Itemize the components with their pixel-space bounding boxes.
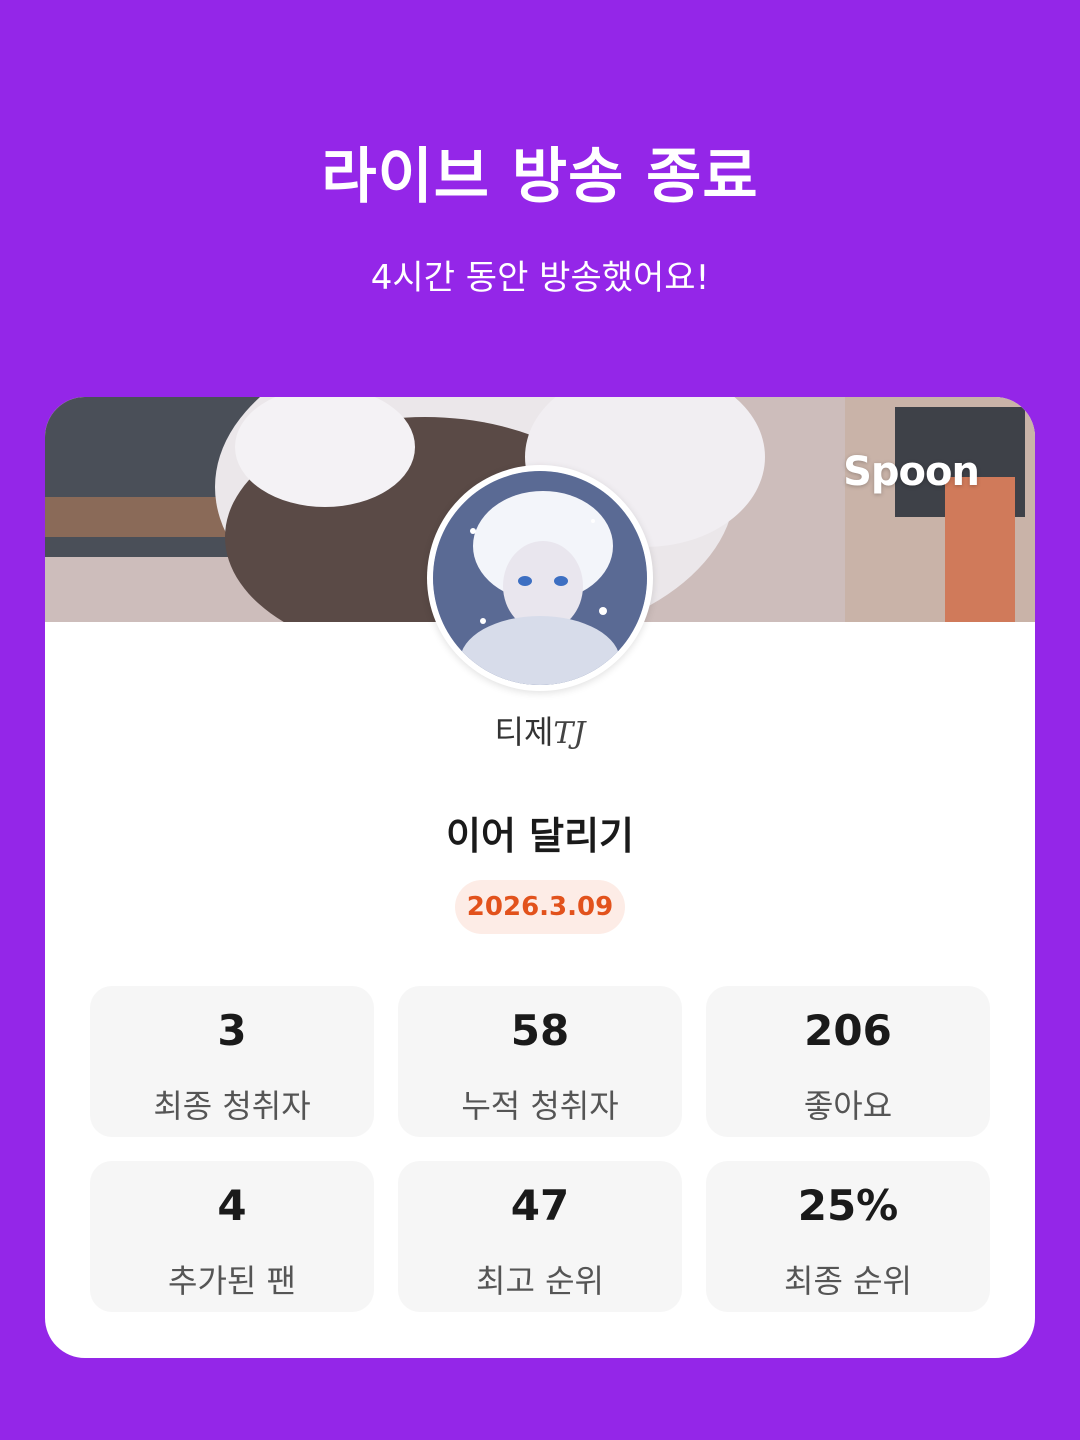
- stat-value: 47: [510, 1181, 570, 1230]
- live-end-screen: 라이브 방송 종료 4시간 동안 방송했어요! Spoon 티제TJ 이어 달리…: [0, 0, 1080, 1440]
- stat-new-fans: 4 추가된 팬: [90, 1161, 374, 1312]
- stat-best-rank: 47 최고 순위: [398, 1161, 682, 1312]
- stat-value: 4: [217, 1181, 247, 1230]
- stat-final-rank: 25% 최종 순위: [706, 1161, 990, 1312]
- dj-name-script: TJ: [553, 716, 586, 751]
- stat-label: 좋아요: [803, 1087, 893, 1125]
- broadcast-summary-card: Spoon 티제TJ 이어 달리기 2026.3.09 3 최종 청취자 58 …: [45, 397, 1035, 1358]
- stat-value: 58: [510, 1006, 570, 1055]
- stat-likes: 206 좋아요: [706, 986, 990, 1137]
- broadcast-duration-text: 4시간 동안 방송했어요!: [370, 258, 710, 298]
- stat-value: 3: [217, 1006, 247, 1055]
- stat-final-listeners: 3 최종 청취자: [90, 986, 374, 1137]
- avatar[interactable]: [427, 465, 653, 691]
- stats-grid: 3 최종 청취자 58 누적 청취자 206 좋아요 4 추가된 팬 47 최고…: [90, 986, 990, 1312]
- page-title: 라이브 방송 종료: [321, 142, 759, 212]
- avatar-illustration: [433, 471, 647, 685]
- stat-label: 추가된 팬: [168, 1262, 296, 1300]
- date-badge: 2026.3.09: [455, 880, 625, 934]
- avatar-image: [433, 471, 647, 685]
- stat-label: 최종 청취자: [153, 1087, 311, 1125]
- stat-label: 최종 순위: [784, 1262, 912, 1300]
- stat-label: 누적 청취자: [461, 1087, 619, 1125]
- spoon-logo: Spoon: [843, 449, 980, 495]
- broadcast-title: 이어 달리기: [445, 814, 635, 858]
- stat-value: 25%: [797, 1181, 899, 1230]
- dj-nickname: 티제TJ: [45, 707, 1035, 753]
- stat-total-listeners: 58 누적 청취자: [398, 986, 682, 1137]
- dj-name-text: 티제: [494, 713, 554, 751]
- stat-label: 최고 순위: [476, 1262, 604, 1300]
- stat-value: 206: [804, 1006, 892, 1055]
